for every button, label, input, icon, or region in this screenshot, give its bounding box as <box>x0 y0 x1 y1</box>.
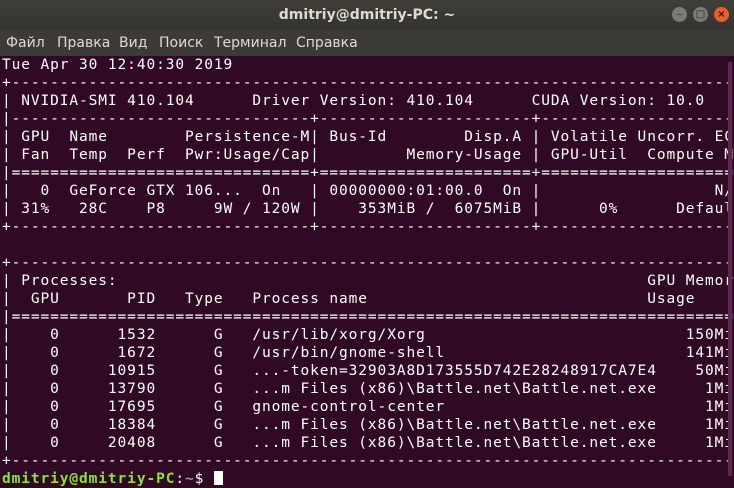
prompt-separator: : <box>175 471 185 487</box>
terminal-line: | NVIDIA-SMI 410.104 Driver Version: 410… <box>2 93 734 109</box>
terminal-line: | 31% 28C P8 9W / 120W | 353MiB / 6075Mi… <box>2 201 734 217</box>
terminal-line: | 0 1672 G /usr/bin/gnome-shell 141MiB | <box>2 345 734 361</box>
menu-search[interactable]: Поиск <box>159 35 203 51</box>
prompt-user-host: dmitriy@dmitriy-PC <box>2 471 176 487</box>
prompt-path: ~ <box>184 471 195 487</box>
terminal-line: +-------------------------------+-------… <box>2 219 734 235</box>
menu-edit[interactable]: Правка <box>57 35 110 51</box>
prompt-symbol: $ <box>194 471 214 487</box>
terminal-line: +---------------------------------------… <box>2 75 734 91</box>
minimize-button[interactable]: – <box>672 7 687 22</box>
terminal-line: | GPU PID Type Process name Usage | <box>2 291 734 307</box>
title-bar[interactable]: dmitriy@dmitriy-PC: ~ – □ × <box>0 0 734 31</box>
menu-bar: Файл Правка Вид Поиск Терминал Справка <box>0 31 734 56</box>
terminal-line: | 0 10915 G ...-token=32903A8D173555D742… <box>2 363 734 379</box>
maximize-button[interactable]: □ <box>693 7 708 22</box>
terminal-line: | 0 GeForce GTX 106... On | 00000000:01:… <box>2 183 734 199</box>
terminal-line: | 0 1532 G /usr/lib/xorg/Xorg 150MiB | <box>2 327 734 343</box>
terminal-line: |===============================+=======… <box>2 165 734 181</box>
terminal-line: | 0 20408 G ...m Files (x86)\Battle.net\… <box>2 435 734 451</box>
terminal-line: | 0 17695 G gnome-control-center 1MiB | <box>2 399 734 415</box>
terminal-window: dmitriy@dmitriy-PC: ~ – □ × Файл Правка … <box>0 0 734 488</box>
menu-view[interactable]: Вид <box>119 35 147 51</box>
prompt-line[interactable]: dmitriy@dmitriy-PC:~$ <box>2 470 223 488</box>
terminal-line: +---------------------------------------… <box>2 453 734 469</box>
window-title: dmitriy@dmitriy-PC: ~ <box>278 7 456 23</box>
close-button[interactable]: × <box>714 7 729 22</box>
menu-file[interactable]: Файл <box>6 35 45 51</box>
terminal-line: Tue Apr 30 12:40:30 2019 <box>2 57 234 73</box>
menu-terminal[interactable]: Терминал <box>214 35 286 51</box>
terminal-line: | GPU Name Persistence-M| Bus-Id Disp.A … <box>2 129 734 145</box>
terminal-line: |=======================================… <box>2 309 734 325</box>
terminal-line: +---------------------------------------… <box>2 255 734 271</box>
text-cursor <box>213 471 223 485</box>
terminal-line: | 0 13790 G ...m Files (x86)\Battle.net\… <box>2 381 734 397</box>
terminal-output[interactable]: Tue Apr 30 12:40:30 2019 +--------------… <box>0 56 734 488</box>
terminal-line: |-------------------------------+-------… <box>2 111 734 127</box>
scrollbar[interactable] <box>728 62 732 476</box>
terminal-line: | 0 18384 G ...m Files (x86)\Battle.net\… <box>2 417 734 433</box>
menu-help[interactable]: Справка <box>296 35 358 51</box>
terminal-line: | Processes: GPU Memory | <box>2 273 734 289</box>
terminal-line: | Fan Temp Perf Pwr:Usage/Cap| Memory-Us… <box>2 147 734 163</box>
